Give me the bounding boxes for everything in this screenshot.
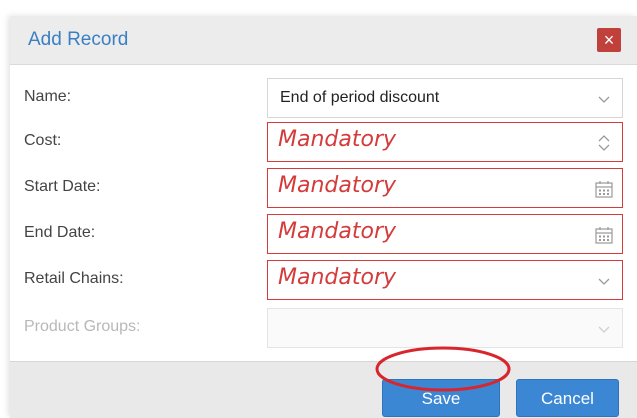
add-record-dialog: Add Record × Name: End of period discoun…	[10, 16, 637, 418]
calendar-icon[interactable]	[594, 225, 614, 245]
start-date-placeholder: Mandatory	[278, 173, 397, 198]
cost-placeholder: Mandatory	[278, 127, 397, 152]
dialog-footer: Save Cancel	[10, 361, 637, 418]
save-button[interactable]: Save	[382, 379, 500, 417]
spinner-icon[interactable]	[594, 133, 614, 153]
cost-input[interactable]: Mandatory	[267, 122, 623, 162]
cancel-button[interactable]: Cancel	[516, 379, 619, 417]
retail-chains-placeholder: Mandatory	[278, 265, 397, 290]
chevron-down-icon	[598, 96, 610, 103]
end-date-input[interactable]: Mandatory	[267, 214, 623, 254]
chevron-down-icon	[598, 278, 610, 285]
dialog-title: Add Record	[28, 29, 129, 50]
name-value: End of period discount	[280, 89, 440, 106]
start-date-input[interactable]: Mandatory	[267, 168, 623, 208]
end-date-placeholder: Mandatory	[278, 219, 397, 244]
retail-chains-select[interactable]: Mandatory	[267, 260, 623, 300]
end-date-label: End Date:	[24, 224, 96, 241]
product-groups-label: Product Groups:	[24, 318, 141, 335]
name-select[interactable]: End of period discount	[267, 78, 623, 118]
name-label: Name:	[24, 88, 72, 105]
chevron-down-icon	[598, 326, 610, 333]
dialog-titlebar: Add Record ×	[10, 16, 637, 65]
close-icon: ×	[603, 30, 615, 50]
start-date-label: Start Date:	[24, 178, 101, 195]
close-button[interactable]: ×	[597, 28, 621, 52]
retail-chains-label: Retail Chains:	[24, 270, 124, 287]
cost-label: Cost:	[24, 132, 62, 149]
product-groups-select	[267, 308, 623, 348]
calendar-icon[interactable]	[594, 179, 614, 199]
